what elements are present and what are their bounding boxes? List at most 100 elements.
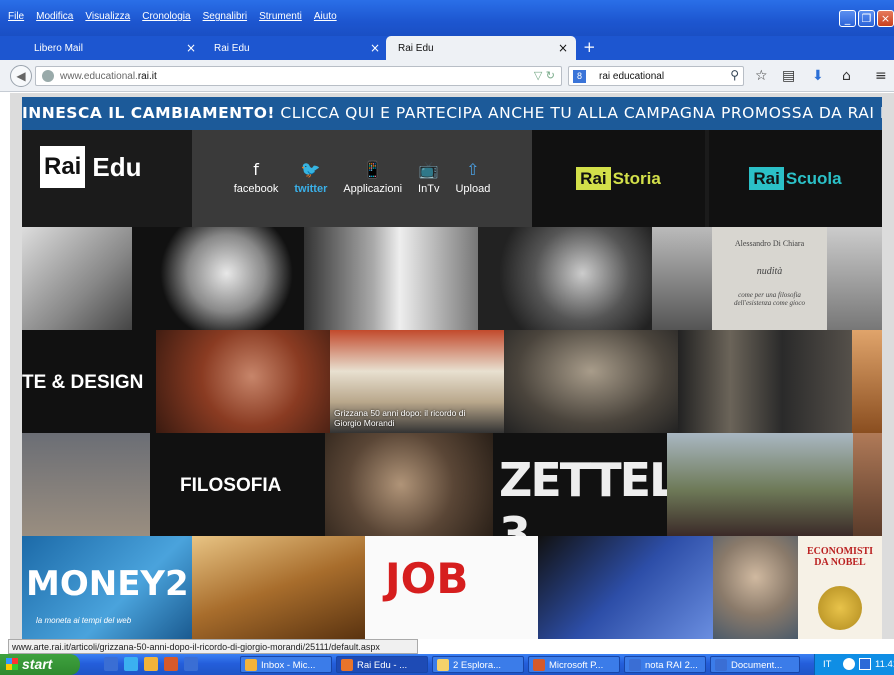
scuola-name: Scuola xyxy=(785,168,842,188)
intv-label: InTv xyxy=(418,183,440,195)
campaign-banner[interactable]: INNESCA IL CAMBIAMENTO! CLICCA QUI E PAR… xyxy=(22,97,882,130)
bookmark-star-icon[interactable]: ☆ xyxy=(755,68,768,84)
minimize-button[interactable]: _ xyxy=(839,10,856,27)
dropdown-icon[interactable]: ▽ xyxy=(534,69,542,82)
tab-close-icon[interactable]: × xyxy=(370,41,380,55)
ie-quicklaunch-icon[interactable] xyxy=(104,657,118,671)
design-tile[interactable]: TE & DESIGN xyxy=(22,330,156,433)
tab-rai-edu[interactable]: Rai Edu × xyxy=(202,36,388,60)
portrait-tile[interactable] xyxy=(132,227,304,330)
photo-tile[interactable] xyxy=(22,433,150,536)
taskbar-item-rai-edu[interactable]: Rai Edu - ... xyxy=(336,656,428,673)
menu-icon[interactable]: ≡ xyxy=(875,68,887,84)
economisti-book-tile[interactable]: ECONOMISTI DA NOBEL xyxy=(798,536,882,639)
firefox-icon xyxy=(341,659,353,671)
zettel-label: ZETTEL 3 xyxy=(499,453,667,536)
bookmarks-list-icon[interactable]: ▤ xyxy=(782,68,795,84)
zettel-tile[interactable]: ZETTEL 3 xyxy=(493,433,667,536)
menu-file[interactable]: File xyxy=(8,11,24,22)
taskbar-item-inbox[interactable]: Inbox - Mic... xyxy=(240,656,332,673)
search-engine-icon[interactable]: 8 xyxy=(573,70,586,83)
twitter-icon: 🐦 xyxy=(300,160,321,179)
outlook-icon xyxy=(245,659,257,671)
search-query: rai educational xyxy=(599,71,665,82)
outlook-quicklaunch-icon[interactable] xyxy=(144,657,158,671)
tray-app-icon[interactable] xyxy=(859,658,871,670)
photo-tile[interactable] xyxy=(667,433,853,536)
upload-link[interactable]: ⇧ Upload xyxy=(455,160,490,227)
home-icon[interactable]: ⌂ xyxy=(842,68,851,84)
money-tile[interactable]: MONEY2.0 la moneta ai tempi del web xyxy=(22,536,192,639)
restore-button[interactable]: ❐ xyxy=(858,10,875,27)
language-indicator[interactable]: IT xyxy=(823,659,831,670)
tab-label: Rai Edu xyxy=(214,43,250,54)
portrait-tile[interactable] xyxy=(713,536,798,639)
search-icon[interactable]: ⚲ xyxy=(730,68,739,82)
photo-tile[interactable] xyxy=(852,330,882,433)
portrait-tile[interactable] xyxy=(478,227,652,330)
applicazioni-label: Applicazioni xyxy=(343,183,403,195)
rai-scuola-link[interactable]: Rai Scuola xyxy=(709,130,882,227)
download-icon[interactable]: ⬇ xyxy=(812,68,824,84)
rai-edu-logo[interactable]: Rai Edu xyxy=(40,146,141,188)
close-button[interactable]: × xyxy=(877,10,894,27)
browser-window: File Modifica Visualizza Cronologia Segn… xyxy=(0,0,894,675)
facebook-icon: f xyxy=(253,160,259,179)
back-button[interactable]: ◀ xyxy=(10,65,32,87)
facebook-link[interactable]: f facebook xyxy=(234,160,279,227)
portrait-tile[interactable] xyxy=(304,227,478,330)
site-header: Rai Edu f facebook 🐦 twitter 📱 Applicazioni… xyxy=(22,130,882,227)
menu-strumenti[interactable]: Strumenti xyxy=(259,11,302,22)
menu-modifica[interactable]: Modifica xyxy=(36,11,73,22)
photo-tile[interactable] xyxy=(853,433,882,536)
applicazioni-link[interactable]: 📱 Applicazioni xyxy=(343,160,402,227)
start-button[interactable]: start xyxy=(0,654,80,675)
tab-close-icon[interactable]: × xyxy=(186,41,196,55)
book-cover-tile[interactable]: Alessandro Di Chiara nudità come per una… xyxy=(712,227,827,330)
portrait-tile[interactable] xyxy=(652,227,712,330)
tv-icon: 📺 xyxy=(418,160,439,179)
photo-tile[interactable] xyxy=(678,330,852,433)
windows-logo-icon xyxy=(6,658,18,670)
tab-strip: Libero Mail × Rai Edu × Rai Edu × xyxy=(0,36,894,60)
twitter-label: twitter xyxy=(294,183,328,195)
menu-cronologia[interactable]: Cronologia xyxy=(142,11,190,22)
search-input[interactable]: 8 rai educational ⚲ xyxy=(568,66,744,86)
menu-visualizza[interactable]: Visualizza xyxy=(85,11,130,22)
taskbar-item-document[interactable]: Document... xyxy=(710,656,800,673)
tab-rai-edu-active[interactable]: Rai Edu × xyxy=(386,36,576,60)
system-tray: IT 11.41 xyxy=(814,654,894,675)
tab-libero-mail[interactable]: Libero Mail × xyxy=(22,36,204,60)
menu-aiuto[interactable]: Aiuto xyxy=(314,11,337,22)
network-icon[interactable] xyxy=(843,658,855,670)
clock[interactable]: 11.41 xyxy=(875,659,894,670)
address-bar[interactable]: www.educational.rai.it ▽ ↻ xyxy=(35,66,562,86)
grizzana-tile[interactable]: Grizzana 50 anni dopo: il ricordo di Gio… xyxy=(330,330,504,433)
photo-tile[interactable] xyxy=(156,330,330,433)
reload-icon[interactable]: ↻ xyxy=(546,69,555,82)
facebook-label: facebook xyxy=(233,183,279,195)
taskbar-item-nota-rai[interactable]: nota RAI 2... xyxy=(624,656,706,673)
menu-segnalibri[interactable]: Segnalibri xyxy=(203,11,247,22)
photo-tile[interactable] xyxy=(504,330,678,433)
job-tile[interactable]: JOB xyxy=(365,536,538,639)
word-quicklaunch-icon[interactable] xyxy=(184,657,198,671)
taskbar-item-esplora[interactable]: 2 Esplora... xyxy=(432,656,524,673)
new-tab-button[interactable]: + xyxy=(583,38,596,56)
logo-rai: Rai xyxy=(40,146,86,188)
book-pages-tile[interactable] xyxy=(192,536,365,639)
task-label: Inbox - Mic... xyxy=(261,660,316,671)
status-bar: www.arte.rai.it/articoli/grizzana-50-ann… xyxy=(8,639,418,654)
twitter-link[interactable]: 🐦 twitter xyxy=(294,160,327,227)
filosofia-tile[interactable]: FILOSOFIA xyxy=(150,433,325,536)
powerpoint-quicklaunch-icon[interactable] xyxy=(164,657,178,671)
photo-tile[interactable] xyxy=(325,433,493,536)
intv-link[interactable]: 📺 InTv xyxy=(418,160,439,227)
photo-tile[interactable] xyxy=(827,227,882,330)
rai-storia-link[interactable]: Rai Storia xyxy=(532,130,705,227)
tab-close-icon[interactable]: × xyxy=(558,41,568,55)
desktop-quicklaunch-icon[interactable] xyxy=(124,657,138,671)
taskbar-item-powerpoint[interactable]: Microsoft P... xyxy=(528,656,620,673)
portrait-tile[interactable] xyxy=(22,227,132,330)
keyboard-tile[interactable] xyxy=(538,536,713,639)
